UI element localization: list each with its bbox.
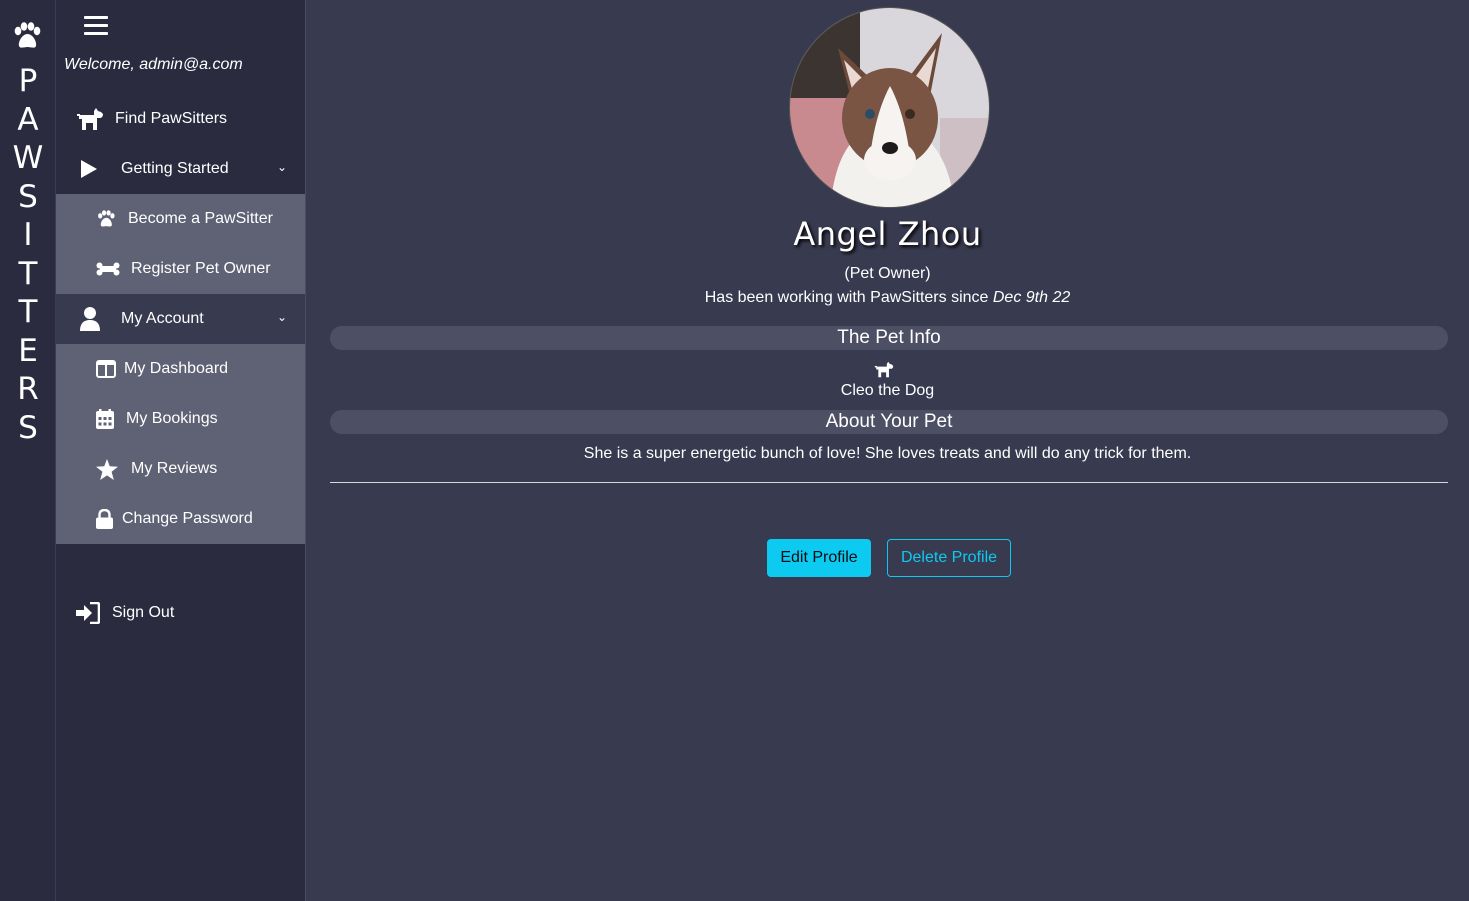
dog-icon <box>874 361 894 379</box>
sidebar-item-label: My Account <box>121 310 204 327</box>
sidebar-item-label: Register Pet Owner <box>131 260 271 277</box>
bone-icon <box>96 262 120 276</box>
sidebar-item-getting-started[interactable]: Getting Started ⌄ <box>56 144 305 194</box>
profile-role: (Pet Owner) <box>844 265 931 282</box>
delete-profile-button[interactable]: Delete Profile <box>887 539 1011 577</box>
edit-profile-button[interactable]: Edit Profile <box>767 539 871 577</box>
profile-avatar <box>789 7 990 208</box>
brand-rail: P A W S I T T E R S <box>0 0 56 901</box>
brand-letter: A <box>17 101 39 138</box>
lock-icon <box>96 509 113 529</box>
sidebar-item-my-bookings[interactable]: My Bookings <box>56 394 305 444</box>
about-pet-heading: About Your Pet <box>330 410 1448 434</box>
sidebar-item-my-dashboard[interactable]: My Dashboard <box>56 344 305 394</box>
star-icon <box>96 458 118 480</box>
brand-letter: S <box>18 409 38 446</box>
brand-letter: R <box>17 371 39 407</box>
sidebar-item-become-pawsitter[interactable]: Become a PawSitter <box>56 194 305 244</box>
play-icon <box>80 159 98 179</box>
member-since-label: Has been working with PawSitters since <box>704 289 993 306</box>
brand-letter: T <box>18 255 38 292</box>
sidebar-item-label: Become a PawSitter <box>128 210 273 227</box>
brand-letter: T <box>18 294 38 330</box>
sidebar-item-my-reviews[interactable]: My Reviews <box>56 444 305 494</box>
dashboard-icon <box>96 360 116 378</box>
member-since: Has been working with PawSitters since D… <box>306 289 1469 307</box>
hamburger-icon[interactable] <box>84 16 108 38</box>
sidebar-item-register-pet-owner[interactable]: Register Pet Owner <box>56 244 305 294</box>
sign-in-icon <box>76 602 100 624</box>
pet-name: Cleo the Dog <box>840 382 935 399</box>
member-since-date: Dec 9th 22 <box>992 289 1071 306</box>
main-content: Angel Zhou (Pet Owner) Has been working … <box>306 0 1469 901</box>
sidebar-item-label: My Reviews <box>131 460 218 477</box>
sidebar-item-my-account[interactable]: My Account ⌄ <box>56 294 305 344</box>
pet-info-heading: The Pet Info <box>330 326 1448 350</box>
brand-letter: S <box>18 178 38 215</box>
chevron-down-icon: ⌄ <box>276 310 287 324</box>
brand-letter: I <box>23 217 33 253</box>
sidebar-item-label: My Bookings <box>126 410 218 427</box>
sidebar: Welcome, admin@a.com Find PawSitters Get… <box>56 0 306 901</box>
brand-letter: W <box>12 140 44 176</box>
sign-out-label: Sign Out <box>112 604 175 621</box>
sidebar-item-label: Getting Started <box>121 160 229 177</box>
user-icon <box>80 307 100 331</box>
sidebar-item-label: My Dashboard <box>124 360 229 377</box>
dog-icon <box>76 107 104 131</box>
paw-icon <box>14 22 41 48</box>
chevron-down-icon: ⌄ <box>276 160 287 174</box>
brand-name: P A W S I T T E R S <box>0 62 56 447</box>
welcome-text: Welcome, admin@a.com <box>64 56 243 73</box>
brand-letter: P <box>18 63 38 99</box>
brand-letter: E <box>18 332 38 369</box>
about-pet-text: She is a super energetic bunch of love! … <box>583 445 1192 462</box>
profile-name: Angel Zhou <box>793 215 982 253</box>
sidebar-item-label: Change Password <box>122 510 253 527</box>
paw-icon <box>96 210 116 228</box>
sign-out-link[interactable]: Sign Out <box>76 602 174 624</box>
sidebar-item-change-password[interactable]: Change Password <box>56 494 305 544</box>
divider <box>330 482 1448 483</box>
calendar-icon <box>96 409 114 429</box>
sidebar-item-label: Find PawSitters <box>115 110 228 127</box>
sidebar-item-find-pawsitters[interactable]: Find PawSitters <box>56 94 305 144</box>
